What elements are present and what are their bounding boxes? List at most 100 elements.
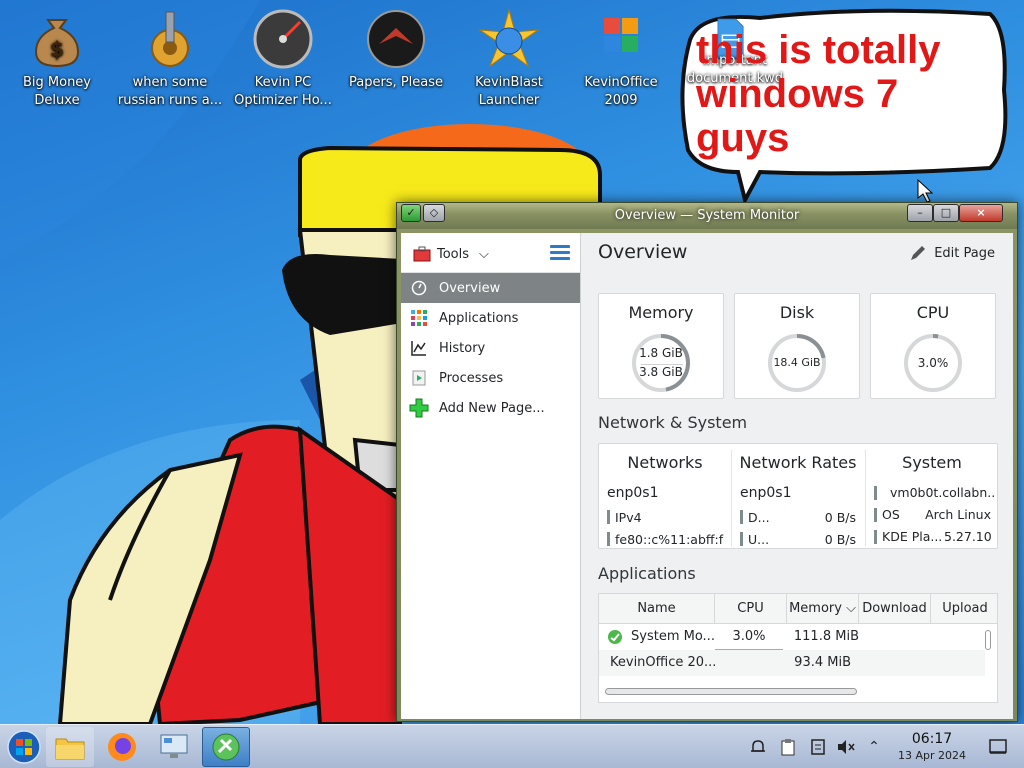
taskbar-firefox[interactable] <box>98 727 146 767</box>
cell-upload <box>931 624 985 650</box>
main-content: Overview Edit Page Memory 1.8 GiB 3.8 Gi… <box>582 233 1013 719</box>
system-row-marker <box>874 486 877 500</box>
start-button[interactable] <box>0 727 48 767</box>
memory-header-label: Memory <box>789 601 842 616</box>
taskbar-file-manager[interactable] <box>46 727 94 767</box>
horizontal-scrollbar[interactable] <box>605 688 857 695</box>
column-header-upload[interactable]: Upload <box>931 594 997 624</box>
cell-memory: 111.8 MiB <box>793 629 859 644</box>
network-rates-iface: enp0s1 <box>740 485 792 501</box>
taskbar-system-monitor[interactable] <box>202 727 250 767</box>
desktop-icon-papers-please[interactable]: Papers, Please <box>341 8 451 92</box>
gear-bolt-icon <box>151 11 189 67</box>
start-orb-icon <box>7 730 41 764</box>
network-system-card: Networks enp0s1 IPv4 fe80::c%11:abff:f N… <box>598 443 998 549</box>
sidebar: Tools ⌵ Overview Applications History Pr… <box>401 233 581 719</box>
sidebar-item-label: Overview <box>439 280 501 296</box>
plus-icon <box>409 398 429 418</box>
disk-card: Disk 18.4 GiB <box>734 293 860 399</box>
clock-time[interactable]: 06:17 <box>904 731 960 747</box>
show-desktop-icon[interactable] <box>988 737 1008 757</box>
cpu-card-title: CPU <box>916 303 950 322</box>
notifications-icon[interactable] <box>748 737 768 757</box>
disk-card-title: Disk <box>779 303 815 322</box>
networks-iface: enp0s1 <box>607 485 659 501</box>
cd-star-icon <box>478 8 540 68</box>
cell-upload <box>931 650 985 676</box>
overview-icon <box>409 278 429 298</box>
network-system-heading: Network & System <box>598 413 748 432</box>
cell-cpu <box>715 650 787 676</box>
window-titlebar[interactable]: Overview — System Monitor ✓ ◇ – □ × <box>397 203 1017 229</box>
edit-page-button[interactable]: Edit Page <box>909 244 995 262</box>
minimize-button[interactable]: – <box>907 204 933 222</box>
rate-row-value: 0 B/s <box>824 532 856 547</box>
networks-row: fe80::c%11:abff:f <box>615 532 724 547</box>
desktop-icon-kevinblast-launcher[interactable]: KevinBlast Launcher <box>454 8 564 110</box>
vertical-scrollbar[interactable] <box>985 630 991 650</box>
sidebar-header: Tools ⌵ <box>401 233 580 273</box>
file-manager-icon <box>55 738 85 760</box>
office-squares-icon <box>604 18 638 52</box>
memory-total-value: 3.8 GiB <box>639 365 683 379</box>
money-bag-icon: $ <box>34 19 80 68</box>
desktop-icon-kevin-pc-optimizer[interactable]: Kevin PC Optimizer Ho... <box>228 8 338 110</box>
papers-please-seal-icon <box>367 10 425 68</box>
network-rates-title: Network Rates <box>739 453 857 472</box>
window-title: Overview — System Monitor <box>614 208 800 223</box>
desktop-icon-label: KevinOffice 2009 <box>584 75 658 108</box>
taskbar-control-panel[interactable] <box>150 727 198 767</box>
column-header-name[interactable]: Name <box>599 594 715 624</box>
system-monitor-icon <box>212 733 240 761</box>
table-row[interactable]: System Mo... 3.0% 111.8 MiB <box>599 624 985 650</box>
sidebar-item-processes[interactable]: Processes <box>401 363 580 393</box>
desktop-icon-big-money-deluxe[interactable]: $ Big Money Deluxe <box>2 8 112 110</box>
rate-row-label: U... <box>748 532 770 547</box>
sidebar-item-label: Processes <box>439 370 504 386</box>
cpu-card: CPU 3.0% <box>870 293 996 399</box>
system-row-label: KDE Pla... <box>882 529 943 544</box>
sort-chevron-icon: ⌵ <box>846 601 856 616</box>
memory-card-title: Memory <box>628 303 694 322</box>
cell-cpu: 3.0% <box>715 624 783 650</box>
networks-row-marker <box>607 510 610 524</box>
sidebar-item-add-new-page[interactable]: Add New Page... <box>401 393 580 423</box>
desktop-icon-kevinoffice-2009[interactable]: KevinOffice 2009 <box>566 8 676 110</box>
memory-gauge <box>632 334 690 392</box>
cell-name: System Mo... <box>631 629 715 644</box>
page-title: Overview <box>598 241 688 263</box>
clock-date[interactable]: 13 Apr 2024 <box>888 749 976 762</box>
volume-muted-icon[interactable] <box>836 737 856 757</box>
app-menu-icon[interactable]: ✓ <box>401 204 421 222</box>
networks-title: Networks <box>627 453 703 472</box>
rate-row-marker <box>740 510 743 524</box>
keep-above-icon[interactable]: ◇ <box>423 204 445 222</box>
chevron-down-icon: ⌵ <box>479 246 489 262</box>
networks-row: IPv4 <box>615 510 642 525</box>
close-button[interactable]: × <box>959 204 1003 222</box>
processes-icon <box>409 368 429 388</box>
sidebar-item-label: Add New Page... <box>439 400 545 416</box>
cell-download <box>859 650 931 676</box>
speedometer-icon <box>253 9 313 69</box>
tools-menu-button[interactable]: Tools ⌵ <box>413 243 489 265</box>
pencil-icon <box>911 246 926 260</box>
sidebar-item-label: History <box>439 340 486 356</box>
sidebar-item-history[interactable]: History <box>401 333 580 363</box>
clipboard-icon[interactable] <box>778 737 798 757</box>
firefox-icon <box>108 733 136 761</box>
table-row[interactable]: KevinOffice 20... 93.4 MiB <box>599 650 985 676</box>
maximize-button[interactable]: □ <box>933 204 959 222</box>
device-icon[interactable] <box>808 737 828 757</box>
applications-heading: Applications <box>598 564 696 583</box>
column-header-cpu[interactable]: CPU <box>715 594 787 624</box>
hamburger-menu-icon[interactable] <box>550 245 570 261</box>
sidebar-item-overview[interactable]: Overview <box>401 273 580 303</box>
sidebar-item-applications[interactable]: Applications <box>401 303 580 333</box>
system-row-marker <box>874 530 877 544</box>
tray-expand-chevron-icon[interactable]: ⌃ <box>864 737 884 757</box>
desktop-icon-russian-script[interactable]: when some russian runs a... <box>115 8 225 110</box>
column-header-download[interactable]: Download <box>859 594 931 624</box>
column-header-memory[interactable]: Memory ⌵ <box>787 594 859 624</box>
cpu-usage-value: 3.0% <box>917 356 949 370</box>
